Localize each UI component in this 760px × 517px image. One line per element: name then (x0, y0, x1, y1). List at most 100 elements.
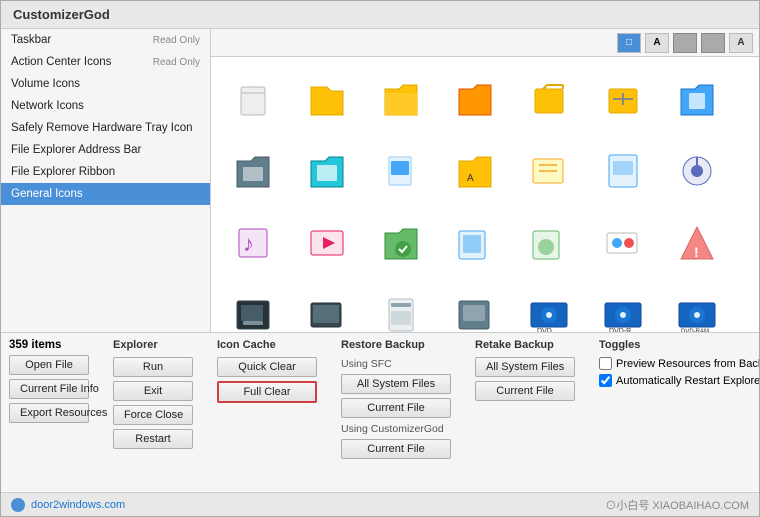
sidebar: Taskbar Read Only Action Center Icons Read … (1, 29, 211, 332)
sidebar-item[interactable]: Action Center Icons Read Only (1, 51, 210, 73)
icon-item[interactable] (515, 209, 583, 277)
exit-btn[interactable]: Exit (113, 381, 193, 401)
icon-item[interactable]: DVD-R (589, 281, 657, 332)
sidebar-item-label: General Icons (11, 188, 83, 200)
preview-label: Preview Resources from Backup (616, 358, 759, 370)
icon-item[interactable]: ♪ (219, 209, 287, 277)
main-window: CustomizerGod TaskbarRead OnlyAction Cen… (0, 0, 760, 517)
sidebar-item-badge: Read Only (153, 35, 200, 46)
icon-item[interactable] (219, 281, 287, 332)
icon-item[interactable]: ! (663, 209, 731, 277)
retake-backup-title: Retake Backup (475, 339, 575, 351)
icon-item[interactable] (663, 65, 731, 133)
explorer-title: Explorer (113, 339, 193, 351)
icon-item[interactable] (441, 209, 509, 277)
sidebar-item[interactable]: Network Icons (1, 95, 210, 117)
sidebar-item-label: Taskbar (11, 34, 51, 46)
svg-text:!: ! (694, 244, 699, 260)
svg-text:DVD-RAM: DVD-RAM (681, 329, 709, 332)
svg-text:DVD: DVD (537, 328, 552, 332)
run-btn[interactable]: Run (113, 357, 193, 377)
section-explorer: Explorer Run Exit Force Close Restart (113, 339, 193, 486)
restore-current-file2-btn[interactable]: Current File (341, 439, 451, 459)
restore-backup-title: Restore Backup (341, 339, 451, 351)
main-content: Taskbar Read Only Action Center Icons Read … (1, 29, 759, 332)
icon-item[interactable] (293, 281, 361, 332)
watermark-text: ⊙小白号 XIAOBAIHAO.COM (605, 497, 749, 513)
section-count: 359 items Run Open File Current File Inf… (9, 339, 89, 486)
icon-item[interactable] (367, 65, 435, 133)
restore-all-system-btn[interactable]: All System Files (341, 374, 451, 394)
sidebar-item[interactable]: Safely Remove Hardware Tray Icon (1, 117, 210, 139)
icon-item[interactable] (441, 281, 509, 332)
toolbar-btn-a2[interactable]: A (729, 33, 753, 53)
icon-item[interactable] (367, 137, 435, 205)
icon-item[interactable] (367, 209, 435, 277)
sidebar-item[interactable]: Volume Icons (1, 73, 210, 95)
sidebar-item[interactable]: General Icons (1, 183, 210, 205)
icon-item[interactable] (219, 65, 287, 133)
section-retake-backup: Retake Backup All System Files Current F… (475, 339, 575, 486)
item-count: 359 items (9, 339, 89, 351)
svg-text:♪: ♪ (243, 231, 254, 256)
sidebar-item[interactable]: Taskbar Read Only (1, 29, 210, 51)
section-icon-cache: Icon Cache Quick Clear Full Clear (217, 339, 317, 486)
icon-item[interactable] (219, 137, 287, 205)
section-toggles: Toggles Preview Resources from Backup Au… (599, 339, 759, 486)
restart-btn[interactable]: Restart (113, 429, 193, 449)
section-restore-backup: Restore Backup Using SFC All System File… (341, 339, 451, 486)
icon-item[interactable] (589, 65, 657, 133)
icon-item[interactable]: A (441, 137, 509, 205)
icon-item[interactable]: DVD-RAM (663, 281, 731, 332)
sidebar-item-label: Network Icons (11, 100, 84, 112)
status-left: door2windows.com (11, 498, 125, 512)
auto-restart-toggle-row: Automatically Restart Explorer (599, 374, 759, 387)
preview-checkbox[interactable] (599, 357, 612, 370)
icon-item[interactable] (293, 137, 361, 205)
sidebar-item[interactable]: File Explorer Address Bar (1, 139, 210, 161)
toolbar-btn-a1[interactable]: A (645, 33, 669, 53)
icon-item[interactable] (515, 65, 583, 133)
sidebar-item-label: Action Center Icons (11, 56, 111, 68)
icon-item[interactable] (589, 209, 657, 277)
icon-item[interactable] (293, 209, 361, 277)
icon-item[interactable] (367, 281, 435, 332)
status-icon (11, 498, 25, 512)
force-close-btn[interactable]: Force Close (113, 405, 193, 425)
icon-area: □ A A (211, 29, 759, 332)
restore-current-file-btn[interactable]: Current File (341, 398, 451, 418)
icon-item[interactable]: DVD (515, 281, 583, 332)
status-bar: door2windows.com ⊙小白号 XIAOBAIHAO.COM (1, 492, 759, 516)
icon-item[interactable] (589, 137, 657, 205)
bottom-sections: 359 items Run Open File Current File Inf… (1, 333, 759, 492)
retake-all-system-btn[interactable]: All System Files (475, 357, 575, 377)
auto-restart-label: Automatically Restart Explorer (616, 375, 759, 387)
toggles-title: Toggles (599, 339, 759, 351)
status-site[interactable]: door2windows.com (31, 499, 125, 511)
quick-clear-btn[interactable]: Quick Clear (217, 357, 317, 377)
restore-sub2: Using CustomizerGod (341, 423, 451, 435)
sidebar-item[interactable]: File Explorer Ribbon (1, 161, 210, 183)
open-file-btn2[interactable]: Open File (9, 355, 89, 375)
icon-item[interactable] (441, 65, 509, 133)
sidebar-item-label: Volume Icons (11, 78, 80, 90)
current-file-info-btn[interactable]: Current File Info (9, 379, 89, 399)
app-title: CustomizerGod (13, 7, 110, 22)
export-resources-btn[interactable]: Export Resources (9, 403, 89, 423)
status-right: ⊙小白号 XIAOBAIHAO.COM (605, 497, 749, 513)
title-bar: CustomizerGod (1, 1, 759, 29)
sidebar-item-label: File Explorer Address Bar (11, 144, 141, 156)
preview-toggle-row: Preview Resources from Backup (599, 357, 759, 370)
icon-item[interactable] (293, 65, 361, 133)
icon-item[interactable] (663, 137, 731, 205)
sidebar-item-badge: Read Only (153, 57, 200, 68)
icon-item[interactable] (515, 137, 583, 205)
full-clear-btn[interactable]: Full Clear (217, 381, 317, 403)
bottom-panel: 359 items Run Open File Current File Inf… (1, 332, 759, 492)
icon-cache-title: Icon Cache (217, 339, 317, 351)
auto-restart-checkbox[interactable] (599, 374, 612, 387)
toolbar-btn-1[interactable]: □ (617, 33, 641, 53)
icon-grid: A ♪ (211, 57, 759, 332)
svg-text:A: A (467, 173, 474, 184)
retake-current-file-btn[interactable]: Current File (475, 381, 575, 401)
